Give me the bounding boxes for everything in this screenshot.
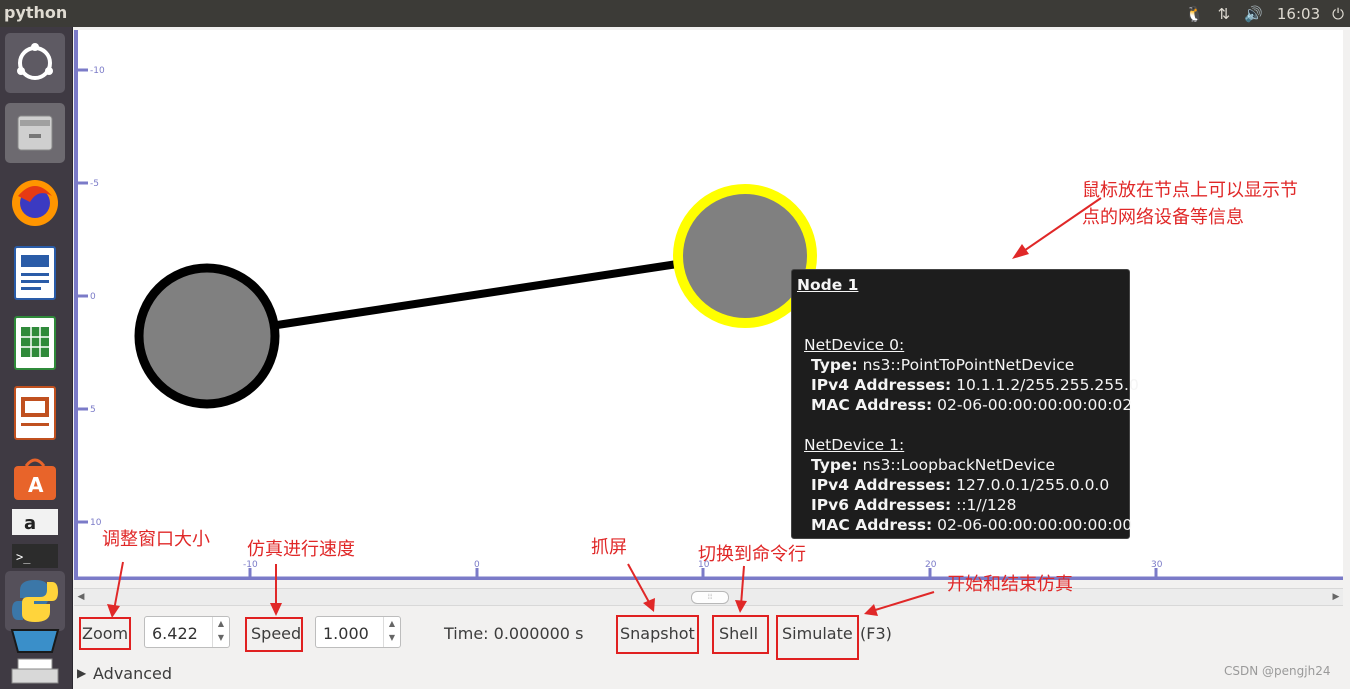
shell-note: 切换到命令行 [698,544,806,565]
snapshot-note: 抓屏 [591,537,627,558]
arrow-zoom [113,561,124,611]
arrow-snapshot [627,563,651,605]
arrow-shell [740,565,745,606]
speed-note: 仿真进行速度 [247,539,355,560]
simulate-note: 开始和结束仿真 [947,574,1073,595]
zoom-note: 调整窗口大小 [102,529,210,550]
arrowhead-snapshot [643,598,655,612]
annotation-arrows [107,561,935,618]
arrowhead-zoom [107,604,120,618]
arrowhead-simulate [864,604,878,616]
arrow-simulate [871,591,935,612]
watermark: CSDN @pengjh24 [1224,664,1331,678]
arrowhead-shell [735,600,747,613]
arrowhead-speed [270,603,282,616]
